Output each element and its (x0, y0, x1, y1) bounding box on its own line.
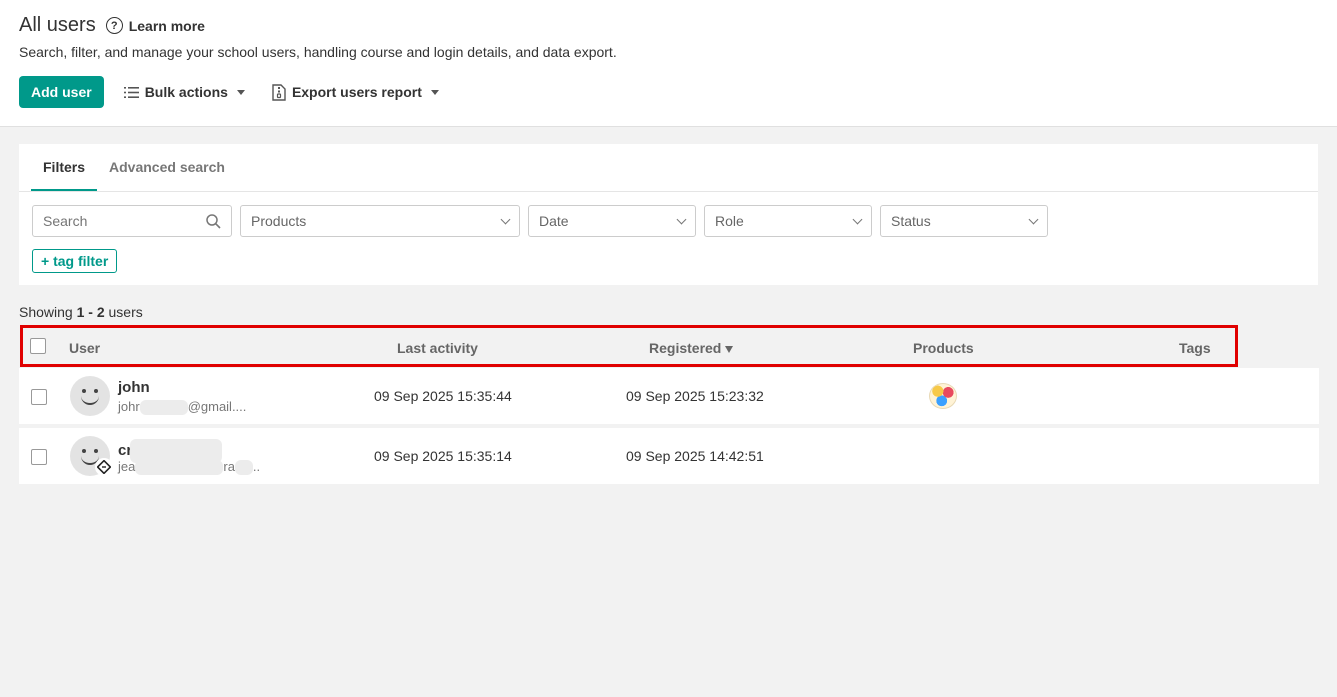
tag-filter-button[interactable]: + tag filter (32, 249, 118, 273)
file-zip-icon (272, 83, 286, 101)
row-checkbox[interactable] (31, 389, 47, 405)
user-name[interactable]: john (118, 379, 150, 396)
column-tags[interactable]: Tags (1179, 340, 1211, 356)
column-registered-label: Registered (649, 340, 722, 356)
user-email-end: .. (252, 459, 261, 474)
user-email: jea ra.. (118, 459, 261, 476)
page-subtitle: Search, filter, and manage your school u… (19, 44, 617, 60)
date-select-label: Date (539, 213, 569, 229)
learn-more-link[interactable]: ? Learn more (105, 17, 205, 34)
user-email-mid: ra (223, 459, 235, 474)
page-title: All users (19, 14, 96, 36)
avatar (70, 376, 110, 416)
results-suffix: users (108, 304, 143, 320)
tab-advanced-search[interactable]: Advanced search (97, 144, 237, 191)
filters-panel: Filters Advanced search Products Date Ro… (19, 144, 1318, 285)
column-last-activity[interactable]: Last activity (397, 340, 478, 356)
product-logo-icon[interactable] (929, 383, 957, 409)
learn-more-label: Learn more (128, 17, 205, 34)
column-products[interactable]: Products (913, 340, 974, 356)
avatar-eye (94, 389, 98, 393)
add-user-button[interactable]: Add user (19, 76, 104, 108)
row-checkbox[interactable] (31, 449, 47, 465)
filter-row: Products Date Role Status (32, 205, 1056, 237)
results-prefix: Showing (19, 304, 73, 320)
filter-tabs: Filters Advanced search (19, 144, 1318, 192)
chevron-down-icon (500, 214, 511, 224)
tab-filters[interactable]: Filters (31, 144, 98, 191)
sort-desc-icon (725, 345, 734, 353)
redacted-text (139, 400, 188, 416)
avatar (70, 436, 113, 476)
header-actions: Add user Bulk actions Export users repor… (19, 76, 439, 108)
chevron-down-icon (430, 89, 439, 95)
registered-cell: 09 Sep 2025 15:23:32 (626, 388, 764, 404)
date-select[interactable]: Date (528, 205, 696, 237)
column-user[interactable]: User (69, 340, 100, 356)
role-select-label: Role (715, 213, 744, 229)
avatar-eye (82, 449, 86, 453)
products-select[interactable]: Products (240, 205, 520, 237)
bulk-actions-dropdown[interactable]: Bulk actions (123, 84, 245, 100)
status-select[interactable]: Status (880, 205, 1048, 237)
chevron-down-icon (852, 214, 863, 224)
last-activity-cell: 09 Sep 2025 15:35:14 (374, 448, 512, 464)
results-count: Showing 1 - 2 users (19, 304, 143, 320)
last-activity-cell: 09 Sep 2025 15:35:44 (374, 388, 512, 404)
user-email-start: johr (118, 399, 140, 414)
products-select-label: Products (251, 213, 307, 229)
redacted-text (135, 460, 224, 476)
search-input[interactable] (43, 213, 193, 229)
bulk-actions-label: Bulk actions (144, 84, 228, 100)
search-icon (206, 213, 221, 229)
avatar-mouth (81, 396, 99, 405)
chevron-down-icon (236, 89, 245, 95)
column-registered[interactable]: Registered (649, 340, 734, 356)
table-header: User Last activity Registered Products T… (20, 325, 1238, 367)
admin-badge-icon (95, 458, 113, 476)
chevron-down-icon (676, 214, 687, 224)
role-select[interactable]: Role (704, 205, 872, 237)
user-email-start: jea (118, 459, 136, 474)
title-row: All users ? Learn more (19, 14, 205, 37)
status-select-label: Status (891, 213, 931, 229)
user-email: johr @gmail.... (118, 399, 247, 416)
avatar-eye (94, 449, 98, 453)
list-icon (123, 86, 139, 98)
page-header: All users ? Learn more Search, filter, a… (0, 0, 1337, 127)
registered-cell: 09 Sep 2025 14:42:51 (626, 448, 764, 464)
user-email-end: @gmail.... (187, 399, 247, 414)
export-users-report-dropdown[interactable]: Export users report (272, 83, 439, 101)
table-row[interactable]: john johr @gmail.... 09 Sep 2025 15:35:44… (19, 368, 1319, 424)
redacted-text (234, 460, 253, 476)
avatar-eye (82, 389, 86, 393)
chevron-down-icon (1028, 214, 1039, 224)
select-all-checkbox[interactable] (30, 338, 46, 354)
export-users-report-label: Export users report (291, 84, 422, 100)
results-range: 1 - 2 (76, 304, 105, 320)
table-row[interactable]: cr jea ra.. 09 Sep 2025 15:35:14 09 Sep 2… (19, 428, 1319, 484)
search-field[interactable] (32, 205, 232, 237)
help-icon: ? (105, 17, 123, 34)
